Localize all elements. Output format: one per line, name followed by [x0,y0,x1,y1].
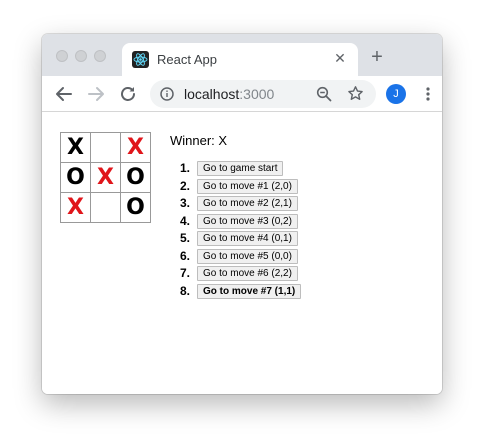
bookmark-star-icon[interactable] [347,85,364,102]
move-number: 5. [180,231,191,245]
board-square-2-0[interactable]: X [60,192,91,223]
url-port: :3000 [239,86,275,102]
go-to-move-button[interactable]: Go to game start [197,161,284,176]
tab-title: React App [157,52,217,67]
url-text: localhost:3000 [184,86,274,102]
go-to-move-button[interactable]: Go to move #4 (0,1) [197,231,298,246]
browser-toolbar: localhost:3000 J [42,76,442,112]
board-square-1-0[interactable]: O [60,162,91,193]
browser-window: React App ✕ + localhost:3000 J X X O X O… [42,34,442,394]
go-to-move-button[interactable]: Go to move #6 (2,2) [197,266,298,281]
board-square-2-2[interactable]: O [120,192,151,223]
move-number: 7. [180,266,191,280]
address-bar[interactable]: localhost:3000 [150,80,376,108]
go-to-move-button[interactable]: Go to move #2 (2,1) [197,196,298,211]
board-square-0-2[interactable]: X [120,132,151,163]
profile-avatar[interactable]: J [386,84,406,104]
page-info-icon[interactable] [160,87,174,101]
move-number: 2. [180,178,191,193]
go-to-move-button[interactable]: Go to move #5 (0,0) [197,248,298,264]
tab-react-app[interactable]: React App ✕ [122,43,358,76]
move-number: 1. [180,161,191,175]
board-square-2-1[interactable] [90,192,121,223]
go-to-move-button[interactable]: Go to move #3 (0,2) [197,213,298,229]
zoom-out-icon[interactable] [316,86,332,102]
move-number: 8. [180,283,191,298]
go-to-move-button[interactable]: Go to move #7 (1,1) [197,283,302,299]
new-tab-plus-icon[interactable]: + [368,47,386,67]
forward-arrow-icon[interactable] [85,83,107,105]
game-board: X X O X O X O [60,132,152,224]
move-number: 4. [180,213,191,228]
board-square-1-2[interactable]: O [120,162,151,193]
minimize-window-button[interactable] [75,50,87,62]
more-menu-icon[interactable] [420,84,436,104]
tab-close-icon[interactable]: ✕ [331,49,349,67]
board-square-0-1[interactable] [90,132,121,163]
reload-icon[interactable] [117,83,139,105]
go-to-move-button[interactable]: Go to move #1 (2,0) [197,178,298,194]
url-host: localhost [184,86,240,102]
page-content: X X O X O X O Winner: X 1. Go to game st… [42,112,442,394]
react-logo-icon [132,51,149,68]
move-number: 6. [180,248,191,263]
back-arrow-icon[interactable] [53,83,75,105]
maximize-window-button[interactable] [94,50,106,62]
tab-strip: React App ✕ + [42,34,442,76]
game-status: Winner: X [170,133,228,148]
board-square-0-0[interactable]: X [60,132,91,163]
board-square-1-1[interactable]: X [90,162,121,193]
close-window-button[interactable] [56,50,68,62]
move-number: 3. [180,196,191,210]
